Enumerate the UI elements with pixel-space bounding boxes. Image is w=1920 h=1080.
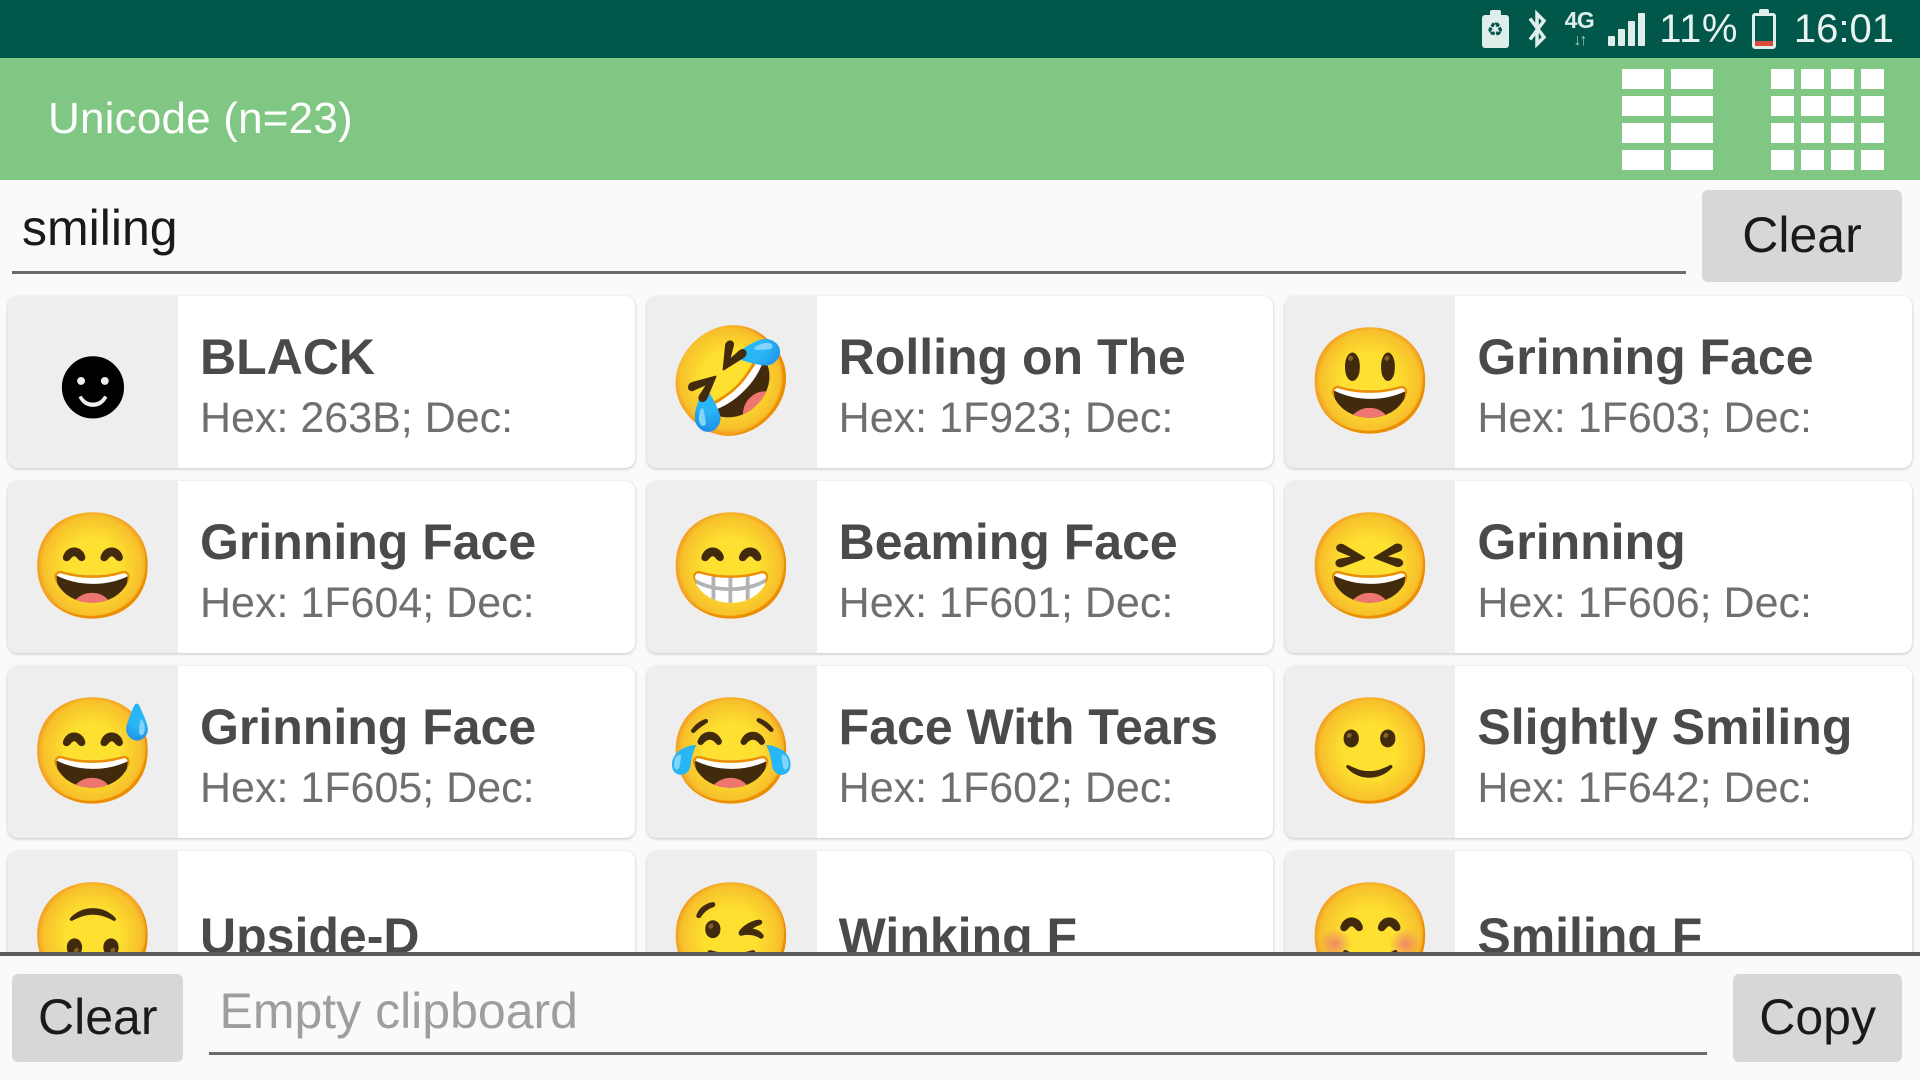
emoji-card[interactable]: 😆 Grinning Hex: 1F606; Dec: (1285, 481, 1913, 653)
emoji-glyph: 😉 (646, 851, 817, 952)
emoji-codepoint: Hex: 1F923; Dec: (838, 393, 1174, 442)
emoji-name: Winking F (838, 908, 1078, 952)
emoji-card[interactable]: 😂 Face With Tears Hex: 1F602; Dec: (646, 666, 1274, 838)
emoji-glyph: 😄 (8, 481, 178, 653)
emoji-card-body: Rolling on The Hex: 1F923; Dec: (817, 296, 1274, 468)
emoji-card[interactable]: 🤣 Rolling on The Hex: 1F923; Dec: (646, 296, 1274, 468)
emoji-card[interactable]: ☻ BLACK Hex: 263B; Dec: (8, 296, 635, 468)
emoji-card[interactable]: 😅 Grinning Face Hex: 1F605; Dec: (8, 666, 635, 838)
emoji-codepoint: Hex: 1F642; Dec: (1477, 763, 1812, 812)
emoji-name: Grinning Face (1477, 328, 1814, 385)
view-list-icon[interactable] (1622, 68, 1713, 170)
battery-saver-icon: ♻ (1481, 10, 1509, 48)
emoji-glyph: 🙂 (1285, 666, 1456, 838)
search-input[interactable] (12, 198, 1686, 274)
emoji-name: Rolling on The (838, 328, 1186, 385)
app-bar-actions (1622, 68, 1884, 170)
emoji-glyph: ☻ (8, 296, 178, 468)
emoji-card-body: Grinning Face Hex: 1F603; Dec: (1455, 296, 1912, 468)
emoji-card-body: Smiling F (1455, 851, 1912, 952)
emoji-card-body: Grinning Face Hex: 1F604; Dec: (178, 481, 635, 653)
emoji-card-body: Face With Tears Hex: 1F602; Dec: (817, 666, 1274, 838)
emoji-name: Grinning (1477, 513, 1686, 570)
network-type-label: 4G (1564, 7, 1595, 33)
status-bar: ♻ 4G ↓↑ 11% 16:01 (0, 0, 1920, 58)
emoji-glyph: 🤣 (646, 296, 817, 468)
emoji-glyph: 😅 (8, 666, 178, 838)
signal-bars-icon (1608, 12, 1646, 46)
emoji-card-body: Upside-D (178, 851, 635, 952)
emoji-card-body: Grinning Face Hex: 1F605; Dec: (178, 666, 635, 838)
emoji-card[interactable]: 🙂 Slightly Smiling Hex: 1F642; Dec: (1285, 666, 1913, 838)
page-title: Unicode (n=23) (48, 94, 353, 143)
emoji-name: Grinning Face (200, 698, 537, 755)
network-type-icon: 4G ↓↑ (1565, 9, 1595, 49)
emoji-card[interactable]: 😄 Grinning Face Hex: 1F604; Dec: (8, 481, 635, 653)
app-root: ♻ 4G ↓↑ 11% 16:01 Unicode (n=23) smiling… (0, 0, 1920, 1080)
emoji-codepoint: Hex: 1F604; Dec: (200, 578, 535, 627)
emoji-card[interactable]: 😉 Winking F (646, 851, 1274, 952)
emoji-glyph: 🙃 (8, 851, 178, 952)
emoji-codepoint: Hex: 1F603; Dec: (1477, 393, 1812, 442)
emoji-name: Beaming Face (838, 513, 1178, 570)
emoji-card-body: Winking F (817, 851, 1274, 952)
view-grid-icon[interactable] (1771, 68, 1884, 170)
emoji-codepoint: Hex: 1F602; Dec: (838, 763, 1174, 812)
clipboard-input[interactable] (209, 981, 1708, 1055)
emoji-name: Slightly Smiling (1477, 698, 1853, 755)
emoji-card[interactable]: 😃 Grinning Face Hex: 1F603; Dec: (1285, 296, 1913, 468)
clear-clipboard-button[interactable]: Clear (12, 974, 184, 1062)
battery-percent-label: 11% (1659, 6, 1738, 51)
emoji-card-body: Grinning Hex: 1F606; Dec: (1455, 481, 1912, 653)
emoji-card[interactable]: 😊 Smiling F (1285, 851, 1913, 952)
results-row: 😅 Grinning Face Hex: 1F605; Dec: 😂 Face … (0, 666, 1920, 838)
clipboard-bar: Clear Copy (0, 952, 1920, 1080)
emoji-card-body: Beaming Face Hex: 1F601; Dec: (817, 481, 1274, 653)
search-input-wrap (12, 180, 1686, 292)
emoji-glyph: 😆 (1285, 481, 1456, 653)
results-row-partial: 🙃 Upside-D 😉 Winking F 😊 Smiling F (0, 851, 1920, 952)
results-row: ☻ BLACK Hex: 263B; Dec: 🤣 Rolling on The… (0, 296, 1920, 468)
app-bar: Unicode (n=23) (0, 58, 1920, 180)
emoji-codepoint: Hex: 1F605; Dec: (200, 763, 535, 812)
emoji-name: BLACK (200, 328, 375, 385)
emoji-name: Upside-D (200, 908, 420, 952)
emoji-codepoint: Hex: 1F606; Dec: (1477, 578, 1812, 627)
emoji-codepoint: Hex: 263B; Dec: (200, 393, 514, 442)
emoji-name: Face With Tears (838, 698, 1218, 755)
emoji-name: Smiling F (1477, 908, 1703, 952)
network-arrows: ↓↑ (1573, 32, 1587, 49)
emoji-name: Grinning Face (200, 513, 537, 570)
clipboard-input-wrap (193, 956, 1723, 1080)
emoji-codepoint: Hex: 1F601; Dec: (838, 578, 1174, 627)
copy-button[interactable]: Copy (1733, 974, 1902, 1062)
emoji-card-body: Slightly Smiling Hex: 1F642; Dec: (1455, 666, 1912, 838)
clear-search-button[interactable]: Clear (1702, 190, 1902, 282)
emoji-card[interactable]: 😁 Beaming Face Hex: 1F601; Dec: (646, 481, 1274, 653)
emoji-glyph: 😊 (1285, 851, 1456, 952)
results-list[interactable]: ☻ BLACK Hex: 263B; Dec: 🤣 Rolling on The… (0, 292, 1920, 952)
bluetooth-icon (1523, 9, 1551, 49)
emoji-card-body: BLACK Hex: 263B; Dec: (178, 296, 635, 468)
emoji-glyph: 😁 (646, 481, 817, 653)
emoji-card[interactable]: 🙃 Upside-D (8, 851, 635, 952)
battery-icon (1751, 9, 1776, 49)
emoji-glyph: 😃 (1285, 296, 1456, 468)
emoji-glyph: 😂 (646, 666, 817, 838)
clock-label: 16:01 (1793, 6, 1894, 51)
results-row: 😄 Grinning Face Hex: 1F604; Dec: 😁 Beami… (0, 481, 1920, 653)
search-bar: Clear (0, 180, 1920, 292)
